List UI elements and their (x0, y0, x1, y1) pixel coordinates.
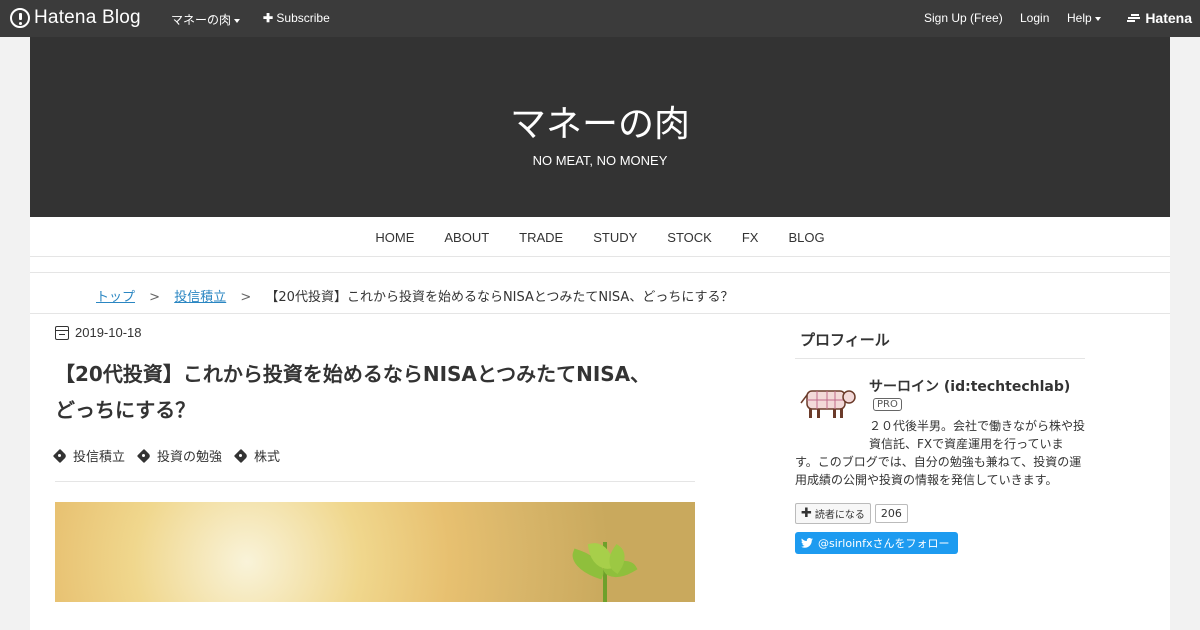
entry-date-text: 2019-10-18 (75, 325, 142, 340)
subscribe-label: Subscribe (276, 11, 330, 25)
category-label: 投信積立 (73, 450, 126, 465)
breadcrumb-top[interactable]: トップ (96, 290, 135, 305)
nav-stock[interactable]: STOCK (652, 217, 727, 256)
breadcrumb: トップ > 投信積立 > 【20代投資】これから投資を始めるならNISAとつみた… (30, 274, 1170, 314)
caret-down-icon (234, 18, 241, 23)
blog-header: マネーの肉 NO MEAT, NO MONEY (30, 37, 1170, 217)
entry-categories: 投信積立 投資の勉強 株式 (55, 446, 695, 482)
profile-description: ２０代後半男。会社で働きながら株や投 資信託、FXで資産運用を行っていま す。こ… (795, 417, 1085, 489)
help-dropdown[interactable]: Help (1067, 11, 1101, 25)
global-header: Hatena Blog マネーの肉 ✚ Subscribe Sign Up (F… (0, 0, 1200, 37)
hatena-logo-link[interactable]: Hatena (1127, 10, 1192, 26)
profile-desc-line2: 資信託、FXで資産運用を行っていま (869, 437, 1064, 451)
help-label: Help (1067, 11, 1092, 25)
logo-text: Hatena Blog (34, 7, 141, 28)
subscribe-reader: ✚ 読者になる 206 (795, 503, 908, 524)
pro-badge: PRO (873, 398, 902, 411)
breadcrumb-separator: > (240, 290, 252, 305)
eyecatch-image (55, 502, 695, 602)
nav-blog[interactable]: BLOG (773, 217, 839, 256)
caret-down-icon (1094, 16, 1101, 21)
tag-icon (236, 449, 249, 462)
entry-title-line1: 【20代投資】これから投資を始めるならNISAとつみたてNISA、 (55, 362, 651, 386)
subscribe-button[interactable]: ✚ Subscribe (263, 11, 330, 25)
plus-icon: ✚ (263, 11, 274, 25)
blog-menu-label: マネーの肉 (171, 13, 232, 27)
hatena-label: Hatena (1145, 10, 1192, 26)
entry-title[interactable]: 【20代投資】これから投資を始めるならNISAとつみたてNISA、 どっちにする… (55, 356, 695, 428)
twitter-follow-label: @sirloinfxさんをフォロー (818, 537, 950, 550)
category-label: 投資の勉強 (157, 450, 223, 465)
cow-avatar-icon[interactable] (795, 383, 857, 421)
breadcrumb-separator: > (149, 290, 161, 305)
category-tag[interactable]: 株式 (236, 446, 280, 465)
entry-date[interactable]: 2019-10-18 (55, 325, 695, 340)
nav-about[interactable]: ABOUT (429, 217, 504, 256)
login-link[interactable]: Login (1020, 11, 1049, 25)
profile-desc-rest: す。このブログでは、自分の勉強も兼ねて、投資の運用成績の公開や投資の情報を発信し… (795, 455, 1082, 487)
twitter-follow-button[interactable]: @sirloinfxさんをフォロー (795, 532, 958, 554)
category-tag[interactable]: 投信積立 (55, 446, 125, 465)
breadcrumb-current: 【20代投資】これから投資を始めるならNISAとつみたてNISA、どっちにする？ (265, 290, 734, 305)
category-tag[interactable]: 投資の勉強 (139, 446, 222, 465)
blog-title[interactable]: マネーの肉 (30, 95, 1170, 147)
become-reader-label: 読者になる (814, 510, 865, 521)
tag-icon (139, 449, 152, 462)
entry-title-line2: どっちにする？ (55, 398, 196, 422)
blog-menu-dropdown[interactable]: マネーの肉 (171, 11, 241, 28)
blog-description: NO MEAT, NO MONEY (532, 153, 668, 168)
nav-fx[interactable]: FX (727, 217, 774, 256)
global-nav: HOME ABOUT TRADE STUDY STOCK FX BLOG (30, 217, 1170, 257)
nav-home[interactable]: HOME (360, 217, 429, 256)
tag-icon (55, 449, 68, 462)
become-reader-button[interactable]: ✚ 読者になる (795, 503, 871, 524)
signup-link[interactable]: Sign Up (Free) (924, 11, 1003, 25)
nav-trade[interactable]: TRADE (504, 217, 578, 256)
category-label: 株式 (254, 450, 281, 465)
hatena-logo-icon (10, 8, 30, 28)
nav-study[interactable]: STUDY (578, 217, 652, 256)
twitter-bird-icon (801, 538, 813, 548)
profile-desc-line1: ２０代後半男。会社で働きながら株や投 (869, 419, 1086, 433)
hatena-blog-logo[interactable]: Hatena Blog (10, 6, 141, 30)
profile-heading: プロフィール (795, 325, 1085, 359)
reader-count[interactable]: 206 (874, 504, 908, 523)
entry-article: 2019-10-18 【20代投資】これから投資を始めるならNISAとつみたてN… (55, 325, 695, 602)
profile-name[interactable]: サーロイン (id:techtechlab) (869, 376, 1070, 396)
hatena-mark-icon (1127, 13, 1141, 23)
calendar-icon (55, 325, 69, 340)
nav-divider (30, 258, 1170, 273)
plus-icon: ✚ (801, 505, 812, 521)
sidebar: プロフィール サーロイン (id:techtechlab) PRO ２０代後半男… (795, 325, 1085, 554)
breadcrumb-category[interactable]: 投信積立 (174, 290, 226, 305)
